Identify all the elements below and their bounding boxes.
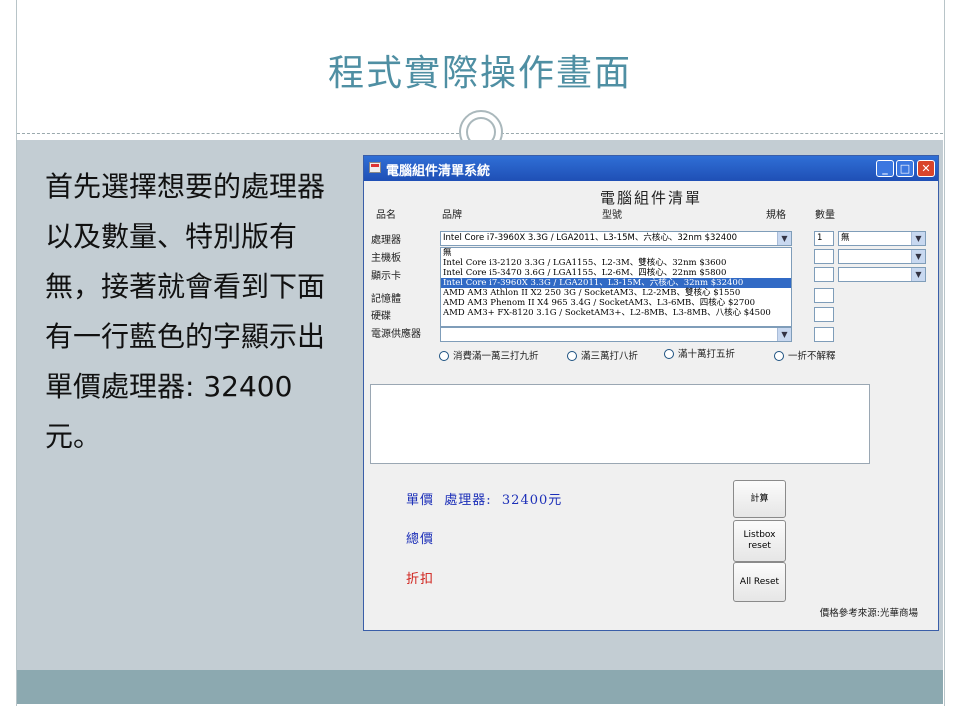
bottom-bar [17,670,943,704]
column-header-name: 品名 [376,210,396,221]
radio-circle-icon[interactable] [567,351,577,361]
price-source-note: 價格參考來源:光華商場 [819,608,918,619]
list-item-selected[interactable]: Intel Core i7-3960X 3.3G / LGA2011、L3-15… [441,278,791,288]
chevron-down-icon[interactable]: ▼ [777,232,791,245]
maximize-button[interactable]: □ [896,160,914,177]
list-item[interactable]: AMD AM3 Phenom II X4 965 3.4G / SocketAM… [441,298,791,308]
cpu-model-value: Intel Core i7-3960X 3.3G / LGA2011、L3-15… [443,233,738,243]
psu-quantity-input[interactable] [814,327,834,342]
column-header-model: 型號 [602,210,622,221]
chevron-down-icon[interactable]: ▼ [911,268,925,281]
chevron-down-icon[interactable]: ▼ [911,232,925,245]
cpu-model-combobox[interactable]: Intel Core i7-3960X 3.3G / LGA2011、L3-15… [440,231,792,246]
row-label-psu: 電源供應器 [371,329,421,340]
discount-label: 折扣 [406,572,435,587]
column-header-quantity: 數量 [815,210,835,221]
hdd-quantity-input[interactable] [814,307,834,322]
cpu-dropdown-list[interactable]: 無 Intel Core i3-2120 3.3G / LGA1155、L2-3… [440,247,792,327]
column-header-spec: 規格 [766,210,786,221]
all-reset-button[interactable]: All Reset [733,562,786,602]
radio-discount-joke[interactable]: 一折不解釋 [774,348,836,362]
app-window-icon [369,162,381,173]
cpu-quantity-input[interactable]: 1 [814,231,834,246]
list-item[interactable]: Intel Core i3-2120 3.3G / LGA1155、L2-3M、… [441,258,791,268]
app-window: 電腦組件清單系統 _ □ ✕ 電腦組件清單 品名 品牌 型號 規格 數量 處理器… [363,155,939,631]
gpu-special-combobox[interactable]: ▼ [838,267,926,282]
cpu-special-combobox[interactable]: 無 ▼ [838,231,926,246]
minimize-button[interactable]: _ [876,160,894,177]
radio-discount-100000[interactable]: 滿十萬打五折 [664,346,735,360]
row-label-hdd: 硬碟 [371,311,391,322]
list-item[interactable]: AMD AM3+ FX-8120 3.1G / SocketAM3+、L2-8M… [441,308,791,318]
gpu-quantity-input[interactable] [814,267,834,282]
motherboard-quantity-input[interactable] [814,249,834,264]
radio-circle-icon[interactable] [439,351,449,361]
window-title: 電腦組件清單系統 [386,164,491,179]
chevron-down-icon[interactable]: ▼ [911,250,925,263]
close-button[interactable]: ✕ [917,160,935,177]
row-label-motherboard: 主機板 [371,253,401,264]
list-item[interactable]: 無 [441,248,791,258]
unit-price-text: 單價 處理器: 32400元 [406,493,563,508]
form-heading: 電腦組件清單 [599,189,702,207]
row-label-memory: 記憶體 [371,294,401,305]
radio-discount-30000[interactable]: 滿三萬打八折 [567,348,638,362]
chevron-down-icon[interactable]: ▼ [777,328,791,341]
slide-title: 程式實際操作畫面 [327,53,632,94]
row-label-cpu: 處理器 [371,235,401,246]
psu-model-combobox[interactable]: ▼ [440,327,792,342]
list-item[interactable]: Intel Core i5-3470 3.6G / LGA1155、L2-6M、… [441,268,791,278]
calculate-button[interactable]: 計算 [733,480,786,518]
motherboard-special-combobox[interactable]: ▼ [838,249,926,264]
radio-discount-13000[interactable]: 消費滿一萬三打九折 [439,348,539,362]
listbox-reset-button[interactable]: Listbox reset [733,520,786,562]
cpu-special-value: 無 [841,233,850,243]
column-header-brand: 品牌 [442,210,462,221]
total-price-label: 總價 [406,532,435,547]
list-item[interactable]: AMD AM3 Athlon II X2 250 3G / SocketAM3、… [441,288,791,298]
order-listbox[interactable] [370,384,870,464]
radio-circle-icon[interactable] [664,349,674,359]
slide-body-text: 首先選擇想要的處理器以及數量、特別版有無，接著就會看到下面有一行藍色的字顯示出單… [45,170,326,453]
radio-circle-icon[interactable] [774,351,784,361]
memory-quantity-input[interactable] [814,288,834,303]
row-label-gpu: 顯示卡 [371,271,401,282]
window-titlebar[interactable]: 電腦組件清單系統 _ □ ✕ [364,156,938,181]
